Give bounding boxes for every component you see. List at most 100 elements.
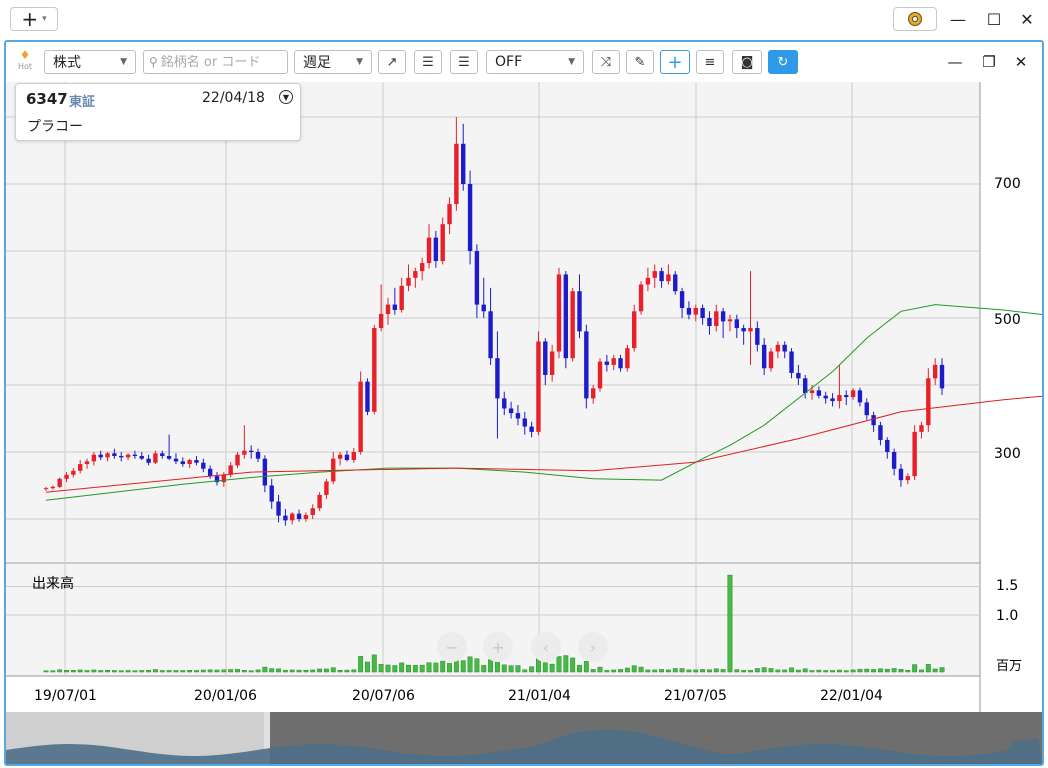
volume-bar <box>768 668 774 673</box>
plus-icon: + <box>21 7 39 31</box>
candle-body <box>789 351 794 373</box>
candle-body <box>98 454 103 458</box>
volume-bar <box>200 669 206 673</box>
candle-body <box>433 237 439 262</box>
volume-bar <box>823 670 829 673</box>
candle-body <box>761 344 767 369</box>
volume-bar <box>447 663 452 673</box>
chevron-down-icon[interactable]: ▼ <box>279 90 293 104</box>
candle-body <box>71 470 76 475</box>
volume-bar <box>857 668 863 673</box>
volume-bar <box>358 656 364 673</box>
volume-bar <box>139 670 145 673</box>
candle-body <box>385 304 391 314</box>
candle-body <box>878 425 883 440</box>
volume-bar <box>214 669 220 673</box>
scroll-left-button[interactable]: ‹ <box>531 632 561 662</box>
candle-body <box>495 358 500 399</box>
volume-bar <box>57 669 63 673</box>
volume-bar <box>419 664 425 673</box>
volume-bar <box>501 664 507 673</box>
candle-body <box>850 390 856 398</box>
volume-bar <box>939 667 945 673</box>
candle-body <box>461 143 466 184</box>
candle-body <box>324 481 329 495</box>
volume-bar <box>317 668 323 673</box>
candle-body <box>372 328 377 412</box>
volume-bar <box>529 666 535 673</box>
volume-bar <box>672 668 678 673</box>
volume-bar <box>611 669 617 673</box>
candle-body <box>207 468 213 477</box>
candle-body <box>43 488 49 490</box>
volume-bar <box>515 665 521 673</box>
volume-bar <box>64 670 69 673</box>
candle-body <box>597 361 603 389</box>
settings-button[interactable] <box>893 7 937 31</box>
volume-bar <box>187 670 193 673</box>
zoom-in-button[interactable]: + <box>483 632 513 662</box>
candle-body <box>255 452 261 459</box>
candle-body <box>508 408 514 414</box>
candle-body <box>741 328 746 332</box>
candle-body <box>91 454 97 462</box>
volume-bar <box>125 670 131 673</box>
volume-bar <box>720 669 726 673</box>
candle-body <box>522 418 527 427</box>
volume-bar <box>905 670 911 673</box>
minimize-button[interactable]: — <box>945 8 971 30</box>
volume-tick-1-0: 1.0 <box>996 608 1018 624</box>
price-plot-area <box>6 82 980 562</box>
minus-icon: − <box>445 637 459 657</box>
close-button[interactable]: ✕ <box>1014 8 1040 30</box>
x-tick-4: 21/01/04 <box>508 688 571 704</box>
volume-bar <box>180 670 186 673</box>
volume-bar <box>146 670 152 673</box>
candle-body <box>898 468 904 481</box>
candle-body <box>529 426 534 432</box>
add-chart-button[interactable]: + ▾ <box>10 7 58 31</box>
candle-body <box>563 274 569 359</box>
volume-bar <box>850 669 856 673</box>
volume-bar <box>665 669 671 673</box>
candle-body <box>638 284 644 312</box>
volume-bar <box>563 655 569 673</box>
volume-bar <box>289 669 295 673</box>
volume-bar <box>809 670 815 673</box>
candle-body <box>351 452 356 461</box>
volume-bar <box>488 659 494 673</box>
x-tick-3: 20/07/06 <box>352 688 415 704</box>
volume-bar <box>399 662 405 673</box>
chevron-left-icon: ‹ <box>542 637 550 657</box>
volume-bar <box>173 670 179 673</box>
candle-body <box>276 501 281 516</box>
volume-bar <box>508 665 514 673</box>
volume-bar <box>433 662 439 673</box>
price-chart[interactable]: 700 500 300 1.5 1.0 百万 出来高 19/07/01 20/0… <box>6 42 1042 764</box>
candle-body <box>64 474 69 479</box>
volume-bar <box>159 670 165 673</box>
price-tick-300: 300 <box>994 446 1021 462</box>
chart-panel: ♦ Hot 株式 ▼ ⚲ 週足 ▼ ↗ ☰ ☰ OFF ▼ ⤨ ✎ + ≡ ◙ … <box>4 40 1044 766</box>
candle-body <box>467 184 473 251</box>
market-label: 東証 <box>69 95 96 110</box>
volume-bar <box>713 668 719 673</box>
candle-body <box>413 271 418 278</box>
candle-body <box>105 453 110 458</box>
candle-body <box>775 344 781 352</box>
price-tick-700: 700 <box>994 176 1021 192</box>
zoom-out-button[interactable]: − <box>437 632 467 662</box>
candle-body <box>919 425 924 432</box>
volume-bar <box>727 574 733 673</box>
volume-bar <box>761 667 767 673</box>
maximize-button[interactable]: ☐ <box>981 8 1007 30</box>
chevron-right-icon: › <box>589 637 597 657</box>
gear-icon <box>908 12 922 26</box>
volume-bar <box>802 668 808 673</box>
candle-body <box>755 328 760 345</box>
candle-body <box>645 277 651 285</box>
candle-body <box>768 351 774 369</box>
volume-bar <box>296 669 302 673</box>
scroll-right-button[interactable]: › <box>578 632 608 662</box>
volume-bar <box>440 660 446 673</box>
